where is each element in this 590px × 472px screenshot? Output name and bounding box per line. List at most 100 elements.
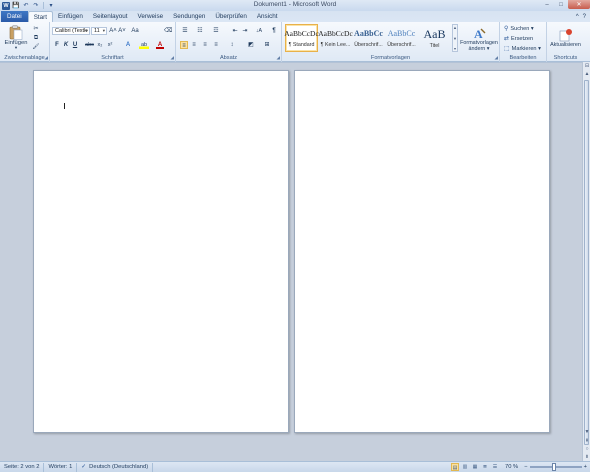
redo-icon[interactable]: ↷ (32, 2, 40, 10)
style-preview: AaBbCc (387, 28, 416, 38)
style-heading-1[interactable]: AaBbCс Überschrif... (352, 24, 385, 52)
styles-more-icon[interactable]: ▾ (454, 46, 456, 51)
zoom-in-button[interactable]: + (584, 464, 587, 470)
align-right-button[interactable]: ≡ (201, 41, 209, 49)
zoom-level[interactable]: 70 % (505, 464, 518, 470)
style-name: ¶ Kein Lee... (320, 41, 351, 48)
justify-button[interactable]: ≡ (212, 41, 220, 49)
next-page-button[interactable]: ⇟ (583, 453, 590, 461)
replace-button[interactable]: ⇄ Ersetzen (504, 34, 533, 43)
status-right: ▤ ▥ ▦ ≣ ☰ 70 % − + (451, 463, 590, 471)
print-layout-view-icon[interactable]: ▤ (451, 463, 459, 471)
style-no-spacing[interactable]: AaBbCcDc ¶ Kein Lee... (318, 24, 353, 52)
close-button[interactable]: ✕ (568, 0, 590, 9)
change-styles-button[interactable]: A Formatvorlagen ändern ▾ (460, 24, 498, 54)
numbering-icon[interactable]: ☷ (196, 27, 204, 35)
multilevel-list-icon[interactable]: ☲ (212, 27, 220, 35)
zoom-out-button[interactable]: − (524, 464, 527, 470)
borders-icon[interactable]: ⊞ (263, 41, 271, 49)
show-formatting-marks-icon[interactable]: ¶ (270, 27, 278, 35)
undo-icon[interactable]: ↶ (22, 2, 30, 10)
minimize-button[interactable]: – (540, 0, 554, 9)
font-size-dropdown-icon[interactable]: ▾ (103, 28, 105, 34)
sort-icon[interactable]: ↓A (255, 27, 263, 35)
tab-view[interactable]: Ansicht (252, 11, 283, 22)
increase-indent-icon[interactable]: ⇥ (241, 27, 249, 35)
scroll-up-button[interactable]: ▲ (583, 70, 590, 78)
outline-view-icon[interactable]: ≣ (481, 463, 489, 471)
styles-scroll[interactable]: ▲ ▼ ▾ (452, 24, 458, 52)
copy-icon[interactable]: ⧉ (32, 34, 40, 42)
style-heading-2[interactable]: AaBbCc Überschrif... (385, 24, 418, 52)
tab-start[interactable]: Start (27, 11, 54, 22)
save-icon[interactable]: 💾 (12, 2, 20, 10)
draft-view-icon[interactable]: ☰ (491, 463, 499, 471)
align-left-button[interactable]: ≡ (180, 41, 188, 49)
text-effects-icon[interactable]: A (124, 41, 132, 49)
line-spacing-icon[interactable]: ↕ (228, 41, 236, 49)
tab-references[interactable]: Verweise (133, 11, 169, 22)
select-button[interactable]: ⬚ Markieren ▾ (504, 44, 541, 53)
find-button[interactable]: ⚲ Suchen ▾ (504, 24, 534, 33)
shading-icon[interactable]: ◩ (247, 41, 255, 49)
grow-font-icon[interactable]: A˄ (109, 27, 117, 35)
format-painter-icon[interactable]: 🖌 (32, 43, 40, 51)
align-center-button[interactable]: ≡ (190, 41, 198, 49)
style-standard[interactable]: AaBbCcDc ¶ Standard (284, 24, 319, 52)
scroll-down-button[interactable]: ▼ (583, 428, 590, 436)
strikethrough-button[interactable]: abc (84, 41, 95, 49)
tab-insert[interactable]: Einfügen (53, 11, 88, 22)
bullets-icon[interactable]: ☰ (181, 27, 189, 35)
bold-button[interactable]: F (53, 41, 61, 49)
paragraph-launcher-icon[interactable]: ◢ (277, 55, 280, 61)
font-name-field[interactable]: Calibri (Textk ▾ (52, 27, 90, 35)
scroll-thumb[interactable] (584, 80, 589, 445)
underline-button[interactable]: U (71, 41, 79, 49)
page-count[interactable]: Seite: 2 von 2 (0, 462, 45, 472)
page-2[interactable] (294, 70, 550, 433)
font-size-field[interactable]: 11 ▾ (91, 27, 107, 35)
customize-qat-icon[interactable]: ▾ (47, 2, 55, 10)
refresh-button[interactable]: Aktualisieren (548, 24, 583, 52)
clipboard-launcher-icon[interactable]: ◢ (45, 55, 48, 61)
tab-review[interactable]: Überprüfen (210, 11, 252, 22)
styles-scroll-up-icon[interactable]: ▲ (453, 25, 457, 30)
paste-button[interactable]: Einfügen ▾ (3, 24, 29, 51)
superscript-button[interactable]: x² (106, 41, 114, 49)
full-screen-reading-icon[interactable]: ▥ (461, 463, 469, 471)
font-name-dropdown-icon[interactable]: ▾ (86, 28, 88, 34)
group-label-font: Schriftart (101, 55, 124, 61)
minimize-ribbon-icon[interactable]: ^ (576, 14, 579, 20)
font-color-icon[interactable]: A (156, 41, 164, 49)
document-area[interactable] (0, 63, 582, 461)
clear-formatting-icon[interactable]: ⌫ (164, 27, 172, 35)
cut-icon[interactable]: ✂ (32, 25, 40, 33)
tab-page-layout[interactable]: Seitenlayout (88, 11, 133, 22)
decrease-indent-icon[interactable]: ⇤ (231, 27, 239, 35)
web-layout-icon[interactable]: ▦ (471, 463, 479, 471)
maximize-button[interactable]: □ (554, 0, 568, 9)
tab-file[interactable]: Datei (1, 11, 28, 22)
styles-launcher-icon[interactable]: ◢ (495, 55, 498, 61)
language-indicator[interactable]: ✓ Deutsch (Deutschland) (77, 462, 154, 472)
ruler-toggle-icon[interactable]: ⊟ (583, 62, 590, 70)
word-app-icon[interactable]: W (2, 1, 10, 10)
subscript-button[interactable]: x₂ (96, 41, 104, 49)
style-title[interactable]: AaB Titel (418, 24, 451, 52)
styles-scroll-down-icon[interactable]: ▼ (453, 36, 457, 41)
zoom-slider[interactable] (529, 463, 582, 471)
word-count[interactable]: Wörter: 1 (44, 462, 78, 472)
highlight-icon[interactable]: ab (139, 41, 149, 49)
italic-button[interactable]: K (62, 41, 70, 49)
previous-page-button[interactable]: ⇞ (583, 437, 590, 445)
ribbon-tabs: Datei Start Einfügen Seitenlayout Verwei… (0, 11, 590, 22)
help-icon[interactable]: ? (583, 14, 586, 20)
tab-mailings[interactable]: Sendungen (168, 11, 210, 22)
font-launcher-icon[interactable]: ◢ (171, 55, 174, 61)
change-case-icon[interactable]: Aa (129, 27, 141, 35)
shrink-font-icon[interactable]: A˅ (118, 27, 126, 35)
vertical-scrollbar[interactable]: ⊟ ▲ ▼ ⇞ ○ ⇟ (582, 62, 590, 461)
page-1[interactable] (33, 70, 289, 433)
zoom-slider-knob[interactable] (551, 463, 556, 471)
browse-object-button[interactable]: ○ (583, 445, 590, 453)
